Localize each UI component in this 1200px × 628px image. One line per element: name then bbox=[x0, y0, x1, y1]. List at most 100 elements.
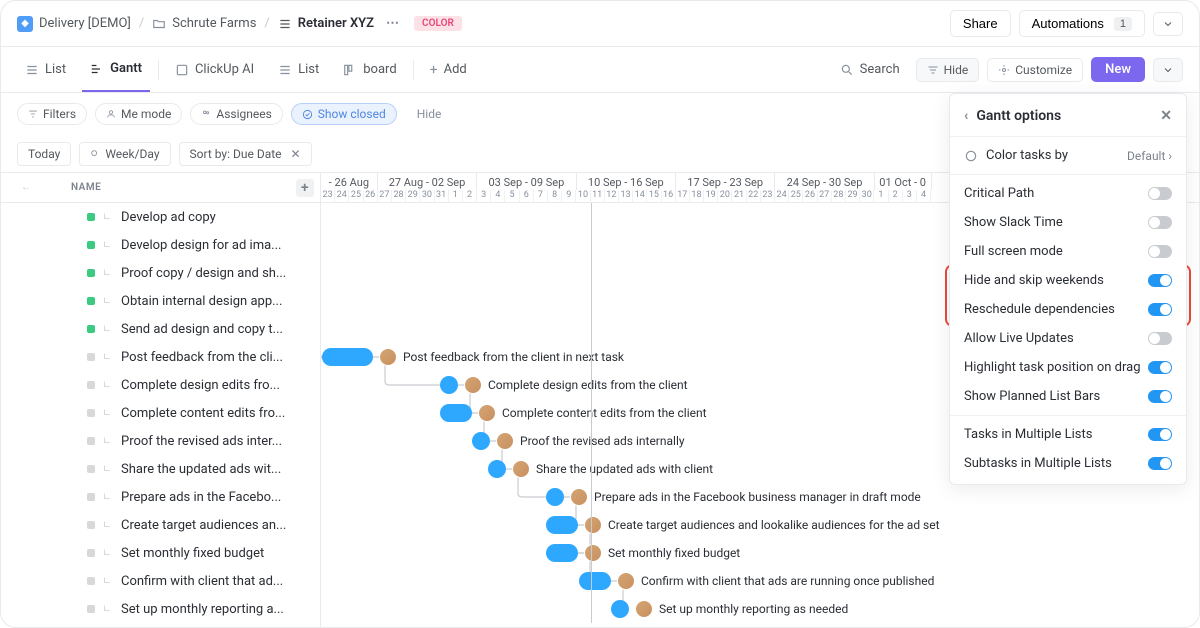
task-row[interactable]: Proof the revised ads inter... bbox=[1, 427, 320, 455]
view-board[interactable]: board bbox=[335, 48, 404, 92]
task-row[interactable]: Proof copy / design and sh... bbox=[1, 259, 320, 287]
task-row[interactable]: Develop ad copy bbox=[1, 203, 320, 231]
panel-close-icon[interactable]: ✕ bbox=[1160, 108, 1172, 124]
panel-option-label: Allow Live Updates bbox=[964, 331, 1074, 346]
view-add[interactable]: +Add bbox=[422, 48, 475, 92]
search-button[interactable]: Search bbox=[832, 48, 908, 92]
customize-button[interactable]: Customize bbox=[987, 58, 1083, 82]
breadcrumb-space[interactable]: ◆ Delivery [DEMO] bbox=[17, 16, 131, 32]
toggle-switch[interactable] bbox=[1148, 187, 1172, 200]
task-row[interactable]: Set monthly fixed budget bbox=[1, 539, 320, 567]
task-row[interactable]: Send ad design and copy t... bbox=[1, 315, 320, 343]
assignee-avatar[interactable] bbox=[635, 600, 653, 618]
gantt-bar[interactable] bbox=[546, 516, 578, 534]
assignee-avatar[interactable] bbox=[570, 488, 588, 506]
panel-option-label: Hide and skip weekends bbox=[964, 273, 1104, 288]
hide-filter-link[interactable]: Hide bbox=[417, 107, 442, 121]
gantt-bar[interactable] bbox=[472, 432, 490, 450]
color-tasks-by-row[interactable]: Color tasks by Default › bbox=[950, 141, 1186, 170]
view-gantt[interactable]: Gantt bbox=[82, 48, 150, 92]
toggle-switch[interactable] bbox=[1148, 390, 1172, 403]
gantt-bar[interactable] bbox=[611, 600, 629, 618]
assignee-avatar[interactable] bbox=[478, 404, 496, 422]
toggle-switch[interactable] bbox=[1148, 361, 1172, 374]
show-closed-pill[interactable]: Show closed bbox=[291, 103, 397, 125]
hide-button[interactable]: Hide bbox=[916, 58, 980, 82]
assignee-avatar[interactable] bbox=[617, 572, 635, 590]
task-row[interactable]: Confirm with client that ad... bbox=[1, 567, 320, 595]
automations-button[interactable]: Automations 1 bbox=[1019, 10, 1145, 37]
panel-option-row[interactable]: Subtasks in Multiple Lists bbox=[950, 449, 1186, 478]
hide-icon bbox=[927, 64, 939, 76]
panel-option-row[interactable]: Hide and skip weekends bbox=[950, 266, 1186, 295]
breadcrumb-list[interactable]: Retainer XYZ bbox=[278, 16, 374, 31]
color-tag[interactable]: COLOR bbox=[414, 16, 462, 31]
back-arrow-icon[interactable]: ← bbox=[21, 182, 32, 193]
panel-option-row[interactable]: Tasks in Multiple Lists bbox=[950, 420, 1186, 449]
today-button[interactable]: Today bbox=[17, 142, 71, 166]
breadcrumb-folder[interactable]: Schrute Farms bbox=[152, 16, 256, 31]
panel-option-row[interactable]: Show Planned List Bars bbox=[950, 382, 1186, 411]
assignee-avatar[interactable] bbox=[464, 376, 482, 394]
more-chevron-button[interactable] bbox=[1153, 12, 1183, 36]
assignee-avatar[interactable] bbox=[584, 544, 602, 562]
panel-option-row[interactable]: Full screen mode bbox=[950, 237, 1186, 266]
assignee-avatar[interactable] bbox=[379, 348, 397, 366]
task-row[interactable]: Complete content edits fro... bbox=[1, 399, 320, 427]
share-button[interactable]: Share bbox=[950, 10, 1011, 37]
task-row[interactable]: Complete design edits fro... bbox=[1, 371, 320, 399]
task-row[interactable]: Prepare ads in the Facebo... bbox=[1, 483, 320, 511]
gantt-bar[interactable] bbox=[322, 348, 373, 366]
breadcrumb-list-label: Retainer XYZ bbox=[298, 16, 374, 31]
toggle-switch[interactable] bbox=[1148, 216, 1172, 229]
toggle-switch[interactable] bbox=[1148, 332, 1172, 345]
back-chevron-icon[interactable]: ‹ bbox=[964, 108, 968, 124]
panel-header: ‹ Gantt options ✕ bbox=[950, 100, 1186, 132]
today-line bbox=[591, 203, 592, 623]
view-list[interactable]: List bbox=[17, 48, 74, 92]
day-header: 10 bbox=[576, 190, 590, 203]
me-mode-pill[interactable]: Me mode bbox=[95, 103, 182, 125]
gantt-bar[interactable] bbox=[579, 572, 611, 590]
task-row[interactable]: Develop design for ad ima... bbox=[1, 231, 320, 259]
assignee-avatar[interactable] bbox=[512, 460, 530, 478]
day-header: 26 bbox=[364, 190, 378, 203]
board-icon bbox=[343, 63, 357, 77]
gantt-bar[interactable] bbox=[440, 404, 472, 422]
gantt-bar[interactable] bbox=[546, 488, 564, 506]
assignee-avatar[interactable] bbox=[496, 432, 514, 450]
toggle-switch[interactable] bbox=[1148, 428, 1172, 441]
panel-option-row[interactable]: Critical Path bbox=[950, 179, 1186, 208]
add-column-button[interactable]: + bbox=[296, 179, 314, 197]
close-icon[interactable]: ✕ bbox=[291, 147, 301, 161]
panel-option-row[interactable]: Highlight task position on drag bbox=[950, 353, 1186, 382]
breadcrumb-more-icon[interactable]: ⋯ bbox=[386, 16, 400, 31]
task-name: Complete design edits fro... bbox=[121, 378, 280, 393]
week-day-button[interactable]: Week/Day bbox=[79, 142, 170, 166]
panel-option-row[interactable]: Allow Live Updates bbox=[950, 324, 1186, 353]
toggle-switch[interactable] bbox=[1148, 245, 1172, 258]
panel-option-row[interactable]: Show Slack Time bbox=[950, 208, 1186, 237]
toggle-switch[interactable] bbox=[1148, 303, 1172, 316]
task-row[interactable]: Obtain internal design app... bbox=[1, 287, 320, 315]
new-button[interactable]: New bbox=[1091, 57, 1145, 82]
filters-pill[interactable]: Filters bbox=[17, 103, 87, 125]
view-list-2[interactable]: List bbox=[270, 48, 327, 92]
panel-option-row[interactable]: Reschedule dependencies bbox=[950, 295, 1186, 324]
task-name: Set monthly fixed budget bbox=[121, 546, 264, 561]
toggle-switch[interactable] bbox=[1148, 457, 1172, 470]
task-row[interactable]: Set up monthly reporting a... bbox=[1, 595, 320, 623]
gantt-bar[interactable] bbox=[488, 460, 506, 478]
task-row[interactable]: Create target audiences an... bbox=[1, 511, 320, 539]
toggle-switch[interactable] bbox=[1148, 274, 1172, 287]
task-row[interactable]: Share the updated ads wit... bbox=[1, 455, 320, 483]
assignees-pill[interactable]: Assignees bbox=[190, 103, 282, 125]
subtask-icon bbox=[102, 211, 114, 223]
task-row[interactable]: Post feedback from the cli... bbox=[1, 343, 320, 371]
view-clickup-ai[interactable]: ClickUp AI bbox=[167, 48, 262, 92]
gantt-bar[interactable] bbox=[546, 544, 578, 562]
assignee-avatar[interactable] bbox=[584, 516, 602, 534]
new-chevron-button[interactable] bbox=[1153, 58, 1183, 82]
gantt-bar[interactable] bbox=[440, 376, 458, 394]
sort-by-button[interactable]: Sort by: Due Date✕ bbox=[179, 142, 312, 166]
